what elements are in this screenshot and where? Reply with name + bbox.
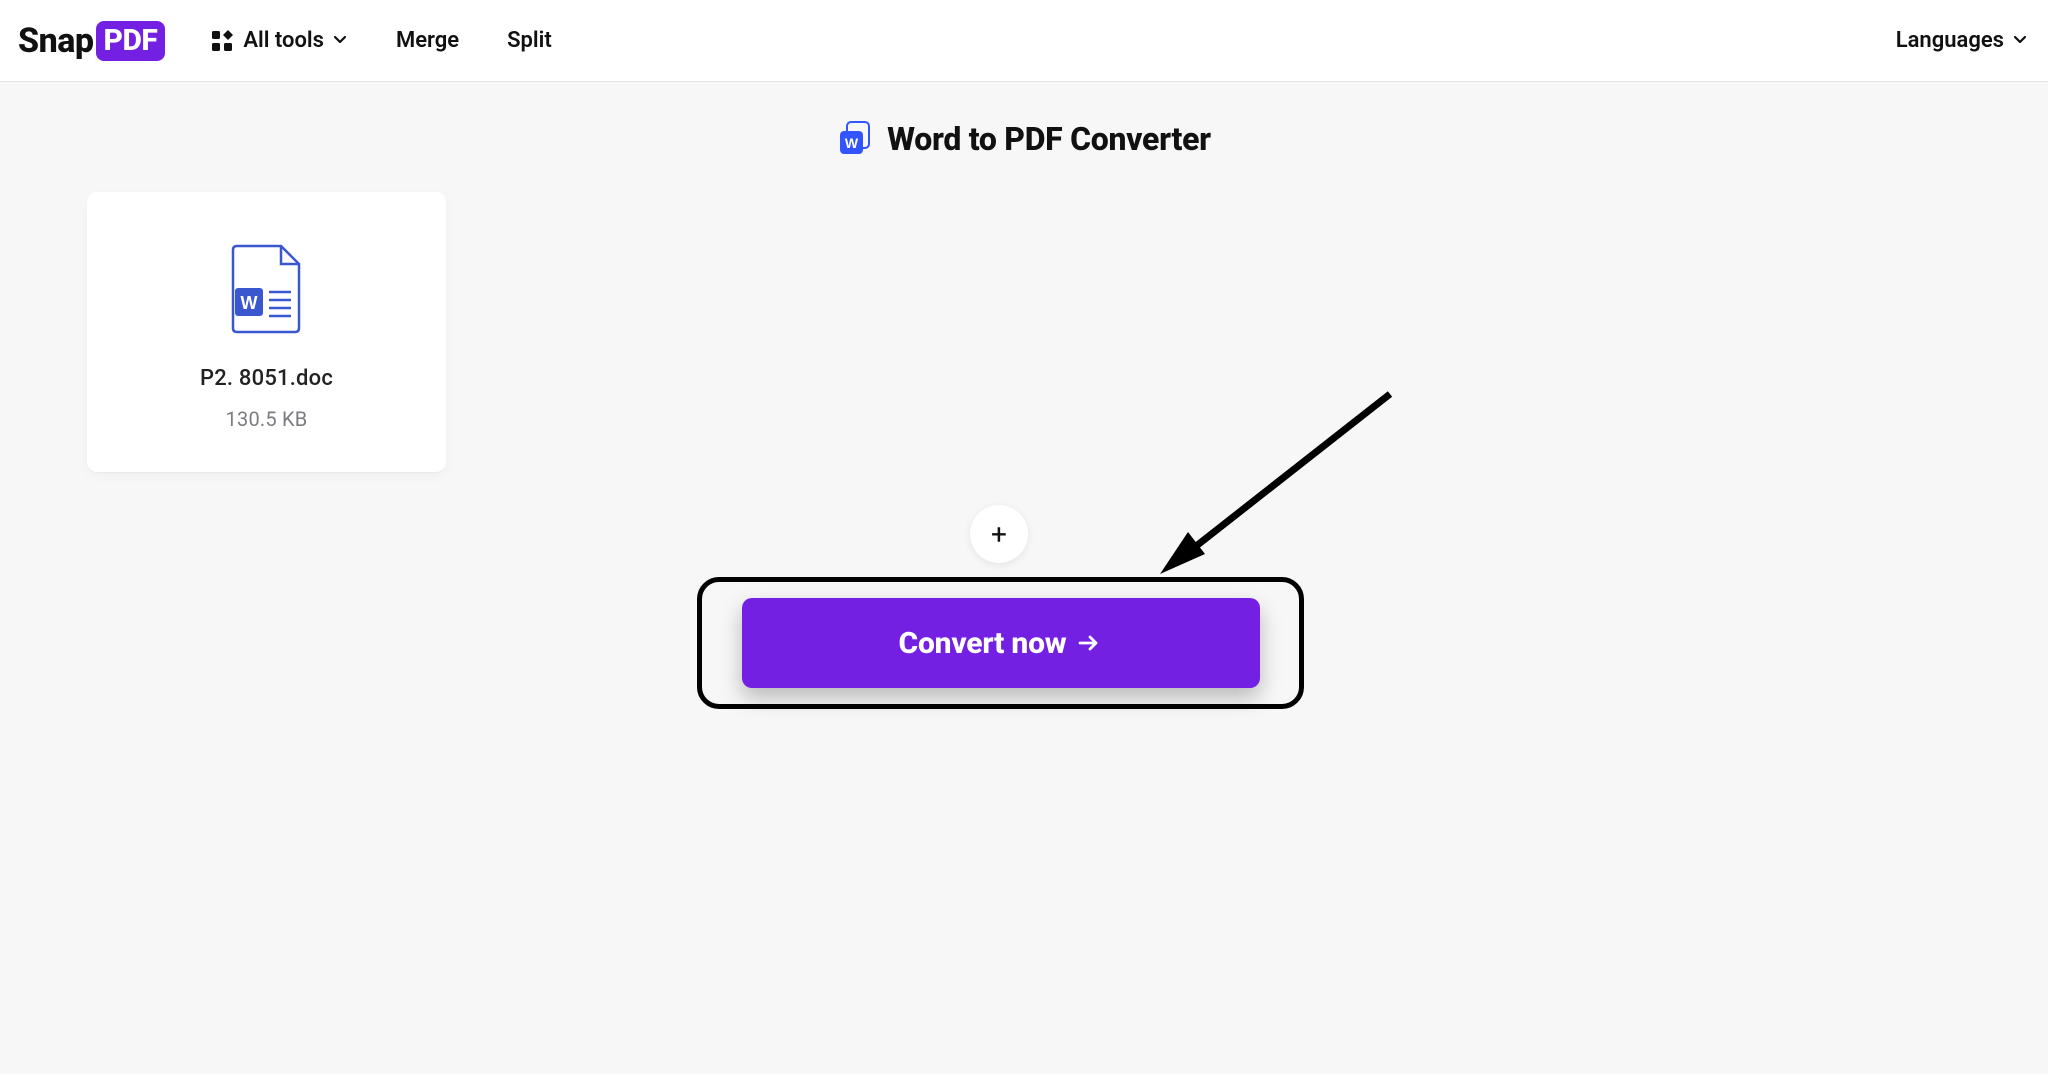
add-file-button[interactable]: + bbox=[970, 505, 1028, 563]
uploaded-file-card[interactable]: W P2. 8051.doc 130.5 KB bbox=[87, 192, 446, 472]
page-title-row: W Word to PDF Converter bbox=[0, 120, 2048, 158]
header-bar: SnapPDF All tools Merge Split Languages bbox=[0, 0, 2048, 82]
svg-text:W: W bbox=[240, 293, 257, 313]
logo-text-right: PDF bbox=[96, 21, 166, 61]
nav-merge-label: Merge bbox=[396, 28, 459, 53]
languages-dropdown[interactable]: Languages bbox=[1896, 28, 2028, 53]
word-file-icon: W bbox=[837, 121, 873, 157]
languages-label: Languages bbox=[1896, 28, 2004, 53]
grid-icon bbox=[211, 30, 233, 52]
annotation-highlight-frame: Convert now bbox=[697, 577, 1304, 709]
svg-text:W: W bbox=[845, 135, 859, 151]
nav-merge[interactable]: Merge bbox=[396, 28, 459, 53]
logo[interactable]: SnapPDF bbox=[18, 21, 165, 61]
doc-file-icon: W bbox=[229, 242, 305, 338]
nav-split-label: Split bbox=[507, 28, 552, 53]
file-size: 130.5 KB bbox=[226, 407, 308, 431]
logo-text-left: Snap bbox=[18, 21, 94, 61]
chevron-down-icon bbox=[332, 28, 348, 53]
main-content: W Word to PDF Converter bbox=[0, 82, 2048, 158]
convert-now-label: Convert now bbox=[899, 626, 1067, 661]
plus-icon: + bbox=[991, 518, 1007, 551]
chevron-down-icon bbox=[2012, 28, 2028, 53]
annotation-arrow bbox=[1150, 384, 1410, 588]
arrow-right-icon bbox=[1076, 630, 1102, 656]
nav-all-tools[interactable]: All tools bbox=[211, 28, 348, 53]
nav-split[interactable]: Split bbox=[507, 28, 552, 53]
nav-all-tools-label: All tools bbox=[243, 28, 324, 53]
nav: All tools Merge Split bbox=[211, 28, 551, 53]
file-name: P2. 8051.doc bbox=[200, 366, 333, 391]
convert-now-button[interactable]: Convert now bbox=[742, 598, 1260, 688]
page-title: Word to PDF Converter bbox=[887, 120, 1211, 158]
